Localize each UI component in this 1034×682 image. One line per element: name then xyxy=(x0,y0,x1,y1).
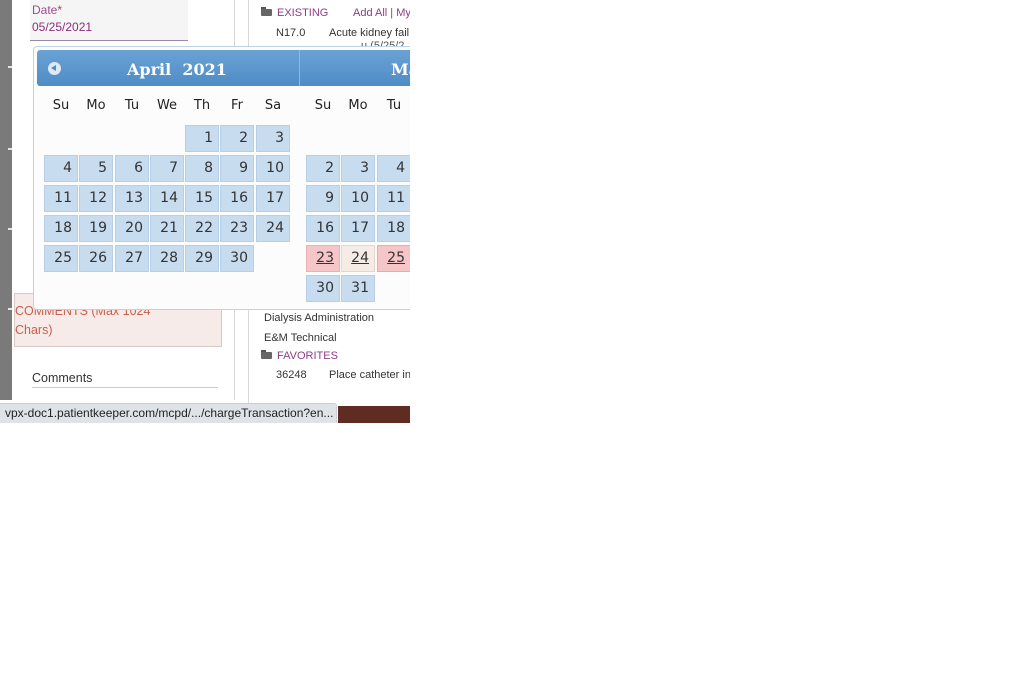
em-technical-item[interactable]: E&M Technical xyxy=(264,332,337,344)
diagnosis-description: Acute kidney fail xyxy=(329,27,410,39)
day-cell-may[interactable]: 11 xyxy=(377,185,410,212)
day-cell-april[interactable]: 19 xyxy=(79,215,113,242)
datepicker-popup: April 2021 Ma SuMoTuWeThFrSaSuMoTu123456… xyxy=(33,46,410,310)
weekday-header: Su xyxy=(314,98,332,113)
weekday-header: Su xyxy=(52,98,70,113)
day-cell-may[interactable]: 17 xyxy=(341,215,375,242)
day-cell-may[interactable]: 3 xyxy=(341,155,375,182)
day-cell-may[interactable]: 2 xyxy=(306,155,340,182)
day-cell-april[interactable]: 13 xyxy=(115,185,149,212)
favorites-folder[interactable]: FAVORITES xyxy=(261,350,338,362)
datepicker-header: April 2021 Ma xyxy=(37,50,410,86)
diagnosis-row[interactable]: N17.0 Acute kidney fail xyxy=(276,27,409,39)
favorite-procedure-row[interactable]: 36248 Place catheter in xyxy=(276,369,410,381)
day-cell-may[interactable]: 10 xyxy=(341,185,375,212)
app-viewport: Date* 05/25/2021 COMMENTS (Max 1024 Char… xyxy=(0,0,410,423)
day-cell-april[interactable]: 20 xyxy=(115,215,149,242)
day-cell-april[interactable]: 10 xyxy=(256,155,290,182)
day-cell-april[interactable]: 7 xyxy=(150,155,184,182)
day-cell-may[interactable]: 16 xyxy=(306,215,340,242)
day-cell-may[interactable]: 24 xyxy=(341,245,375,272)
diagnosis-code: N17.0 xyxy=(276,27,306,39)
existing-folder[interactable]: EXISTING xyxy=(261,7,328,19)
header-divider xyxy=(299,50,300,86)
day-cell-april[interactable]: 21 xyxy=(150,215,184,242)
date-field[interactable]: Date* 05/25/2021 xyxy=(30,0,188,41)
day-cell-may[interactable]: 4 xyxy=(377,155,410,182)
day-cell-april[interactable]: 12 xyxy=(79,185,113,212)
day-cell-april[interactable]: 30 xyxy=(220,245,254,272)
day-cell-april[interactable]: 17 xyxy=(256,185,290,212)
required-mark: * xyxy=(57,3,63,17)
day-cell-april[interactable]: 4 xyxy=(44,155,78,182)
folder-open-icon xyxy=(261,7,272,16)
day-cell-april[interactable]: 9 xyxy=(220,155,254,182)
left-edge-strip xyxy=(0,0,12,400)
day-cell-may[interactable]: 31 xyxy=(341,275,375,302)
favorites-label: FAVORITES xyxy=(277,350,338,362)
day-cell-april[interactable]: 23 xyxy=(220,215,254,242)
weekday-header: Tu xyxy=(386,98,402,113)
footer-strip xyxy=(338,406,410,423)
day-cell-may[interactable]: 9 xyxy=(306,185,340,212)
day-cell-april[interactable]: 14 xyxy=(150,185,184,212)
day-cell-april[interactable]: 1 xyxy=(185,125,219,152)
day-cell-april[interactable]: 2 xyxy=(220,125,254,152)
comments-label: Comments xyxy=(32,371,93,385)
date-label: Date* xyxy=(32,3,62,17)
day-cell-may[interactable]: 30 xyxy=(306,275,340,302)
day-cell-april[interactable]: 3 xyxy=(256,125,290,152)
month-title-april: April 2021 xyxy=(127,60,227,79)
day-cell-april[interactable]: 11 xyxy=(44,185,78,212)
procedure-code: 36248 xyxy=(276,369,307,381)
weekday-header: Fr xyxy=(231,98,243,113)
date-label-text: Date xyxy=(32,3,58,17)
day-cell-april[interactable]: 8 xyxy=(185,155,219,182)
status-bar-url: vpx-doc1.patientkeeper.com/mcpd/.../char… xyxy=(0,403,337,423)
day-cell-april[interactable]: 25 xyxy=(44,245,78,272)
weekday-header: Mo xyxy=(348,98,368,113)
folder-open-icon xyxy=(261,350,272,359)
procedure-description: Place catheter in xyxy=(329,369,410,381)
comments-field-underline[interactable] xyxy=(32,387,218,388)
weekday-header: Mo xyxy=(86,98,106,113)
day-cell-may[interactable]: 25 xyxy=(377,245,410,272)
weekday-header: Th xyxy=(193,98,211,113)
add-all-link[interactable]: Add All | My xyxy=(353,7,410,19)
day-cell-april[interactable]: 6 xyxy=(115,155,149,182)
prev-month-icon[interactable] xyxy=(48,62,61,75)
day-cell-may[interactable]: 18 xyxy=(377,215,410,242)
day-cell-april[interactable]: 16 xyxy=(220,185,254,212)
dialysis-administration-item[interactable]: Dialysis Administration xyxy=(264,312,374,324)
day-cell-april[interactable]: 26 xyxy=(79,245,113,272)
day-cell-april[interactable]: 24 xyxy=(256,215,290,242)
existing-label: EXISTING xyxy=(277,7,329,19)
month-title-may: Ma xyxy=(391,60,410,79)
day-cell-april[interactable]: 15 xyxy=(185,185,219,212)
date-value[interactable]: 05/25/2021 xyxy=(32,20,92,34)
weekday-header: We xyxy=(156,98,178,113)
weekday-header: Tu xyxy=(124,98,140,113)
day-cell-may[interactable]: 23 xyxy=(306,245,340,272)
day-cell-april[interactable]: 18 xyxy=(44,215,78,242)
weekday-header: Sa xyxy=(264,98,282,113)
day-cell-april[interactable]: 27 xyxy=(115,245,149,272)
day-cell-april[interactable]: 22 xyxy=(185,215,219,242)
day-cell-april[interactable]: 5 xyxy=(79,155,113,182)
day-cell-april[interactable]: 28 xyxy=(150,245,184,272)
day-cell-april[interactable]: 29 xyxy=(185,245,219,272)
